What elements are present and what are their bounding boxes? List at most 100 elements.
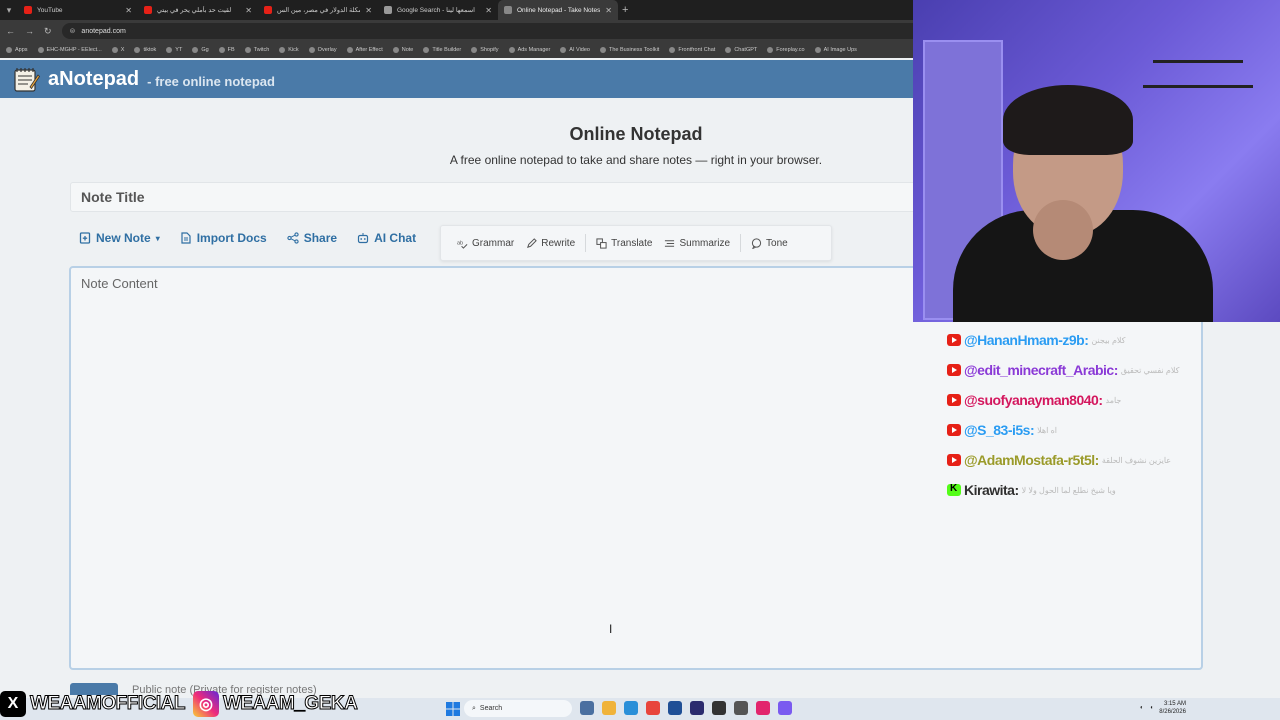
browser-tab[interactable]: مشكلة الدولار في مصر، مين الس ✕ [258, 0, 378, 20]
bookmark-item[interactable]: Apps [6, 47, 28, 53]
bookmark-label: Title Builder [432, 47, 462, 53]
rewrite-button[interactable]: Rewrite [520, 238, 581, 249]
spellcheck-icon: ab [457, 240, 468, 249]
bookmark-item[interactable]: Ads Manager [508, 47, 551, 53]
bookmark-item[interactable]: ChatGPT [725, 47, 757, 53]
bookmark-item[interactable]: YT [166, 47, 182, 53]
browser-tab[interactable]: YouTube ✕ [18, 0, 138, 20]
reload-icon[interactable]: ↻ [44, 26, 52, 37]
bookmark-label: The Business Toolkit [608, 47, 660, 53]
task-view-icon[interactable] [580, 701, 594, 715]
share-button[interactable]: Share [287, 231, 337, 245]
chat-text: كلام نفسي تحقيق [1120, 365, 1180, 375]
bookmark-item[interactable]: FB [218, 47, 235, 53]
volume-icon[interactable]: ◖ [1150, 705, 1154, 711]
x-handle: WEAAMOFFICIAL [30, 693, 186, 715]
browser-tab[interactable]: Google Search - اسمعها لينا ✕ [378, 0, 498, 20]
bookmark-item[interactable]: EHC-MGHP - EElect... [37, 47, 102, 53]
notepad-logo-icon[interactable] [12, 65, 40, 93]
bookmark-item[interactable]: The Business Toolkit [599, 47, 660, 53]
file-explorer-icon[interactable] [602, 701, 616, 715]
translate-button[interactable]: Translate [590, 238, 658, 249]
tab-list-icon[interactable]: ▾ [0, 0, 18, 20]
share-label: Share [303, 231, 338, 245]
tab-title: Google Search - اسمعها لينا [397, 7, 475, 14]
browser-tab[interactable]: Online Notepad - Take Notes ✕ [498, 0, 618, 20]
bookmark-item[interactable]: Foreplay.co [767, 47, 805, 53]
close-tab-icon[interactable]: ✕ [125, 6, 132, 15]
document-icon [181, 232, 191, 244]
close-tab-icon[interactable]: ✕ [365, 6, 372, 15]
bookmark-icon [308, 47, 315, 53]
bookmark-item[interactable]: Frontfront Chat [669, 47, 715, 53]
tab-title: مشكلة الدولار في مصر، مين الس [277, 7, 361, 14]
bookmark-icon [767, 47, 774, 53]
bookmark-icon [37, 47, 44, 53]
bookmark-icon [725, 47, 732, 53]
bookmark-label: Kick [288, 47, 299, 53]
share-icon [287, 232, 299, 244]
bookmark-item[interactable]: X [111, 47, 124, 53]
bookmark-icon [244, 47, 251, 53]
grammar-button[interactable]: ab Grammar [451, 238, 520, 249]
tab-title: Online Notepad - Take Notes [517, 6, 601, 14]
wall-shelf [1143, 85, 1253, 88]
streamer-hand [1033, 200, 1093, 260]
network-icon[interactable]: ◐ [1140, 705, 1144, 711]
windows-start-icon[interactable] [446, 702, 460, 716]
bookmark-icon [279, 47, 286, 53]
new-note-button[interactable]: New Note ▾ [79, 231, 160, 245]
brand-name[interactable]: aNotepad [48, 68, 139, 91]
bookmark-item[interactable]: tiktok [134, 47, 156, 53]
chat-username: @edit_minecraft_Arabic: [964, 362, 1118, 378]
new-tab-icon[interactable]: + [622, 4, 628, 16]
tab-favicon-icon [504, 6, 512, 14]
edge-browser-icon[interactable] [624, 701, 638, 715]
bookmark-item[interactable]: Title Builder [423, 47, 461, 53]
premiere-icon[interactable] [690, 701, 704, 715]
bookmark-icon [346, 47, 353, 53]
ai-bar-divider [585, 234, 587, 252]
app-icon[interactable] [756, 701, 770, 715]
bookmark-label: After Effect [355, 47, 383, 53]
bookmark-item[interactable]: Twitch [244, 47, 270, 53]
url-field[interactable]: ⊜ anotepad.com [61, 23, 922, 39]
tone-button[interactable]: Tone [745, 238, 794, 249]
search-icon: ⌕ [472, 704, 476, 712]
youtube-icon [947, 424, 961, 436]
app-icon[interactable] [734, 701, 748, 715]
close-tab-icon[interactable]: ✕ [605, 6, 612, 15]
app-icon[interactable] [668, 701, 682, 715]
obs-icon[interactable] [712, 701, 726, 715]
bookmark-item[interactable]: Gg [192, 47, 209, 53]
clock-date: 8/26/2026 [1159, 709, 1186, 715]
site-info-icon[interactable]: ⊜ [70, 27, 76, 35]
taskbar-search[interactable]: ⌕ Search [464, 700, 572, 717]
bookmark-label: Ads Manager [517, 47, 551, 53]
ai-chat-button[interactable]: AI Chat [357, 231, 416, 245]
chat-message: @AdamMostafa-r5t5l: عايزين نشوف الحلقة [947, 445, 1277, 475]
browser-tab[interactable]: لقيت حد بأملي يحر في بيتي ✕ [138, 0, 258, 20]
close-tab-icon[interactable]: ✕ [485, 6, 492, 15]
bookmark-item[interactable]: AI Video [560, 47, 590, 53]
note-toolbar: New Note ▾ Import Docs Share AI Chat [79, 231, 416, 245]
close-tab-icon[interactable]: ✕ [245, 6, 252, 15]
bookmark-item[interactable]: AI Image Ups [814, 47, 857, 53]
bookmark-label: Twitch [253, 47, 270, 53]
back-icon[interactable]: ← [6, 26, 15, 36]
import-docs-button[interactable]: Import Docs [180, 231, 267, 245]
chrome-icon[interactable] [646, 701, 660, 715]
chat-message: @S_83-i5s: اه اهلا [947, 415, 1277, 445]
chat-text: جامد [1105, 395, 1122, 405]
discord-icon[interactable] [778, 701, 792, 715]
bookmark-item[interactable]: Overlay [308, 47, 337, 53]
clock[interactable]: 3:15 AM 8/26/2026 [1159, 700, 1186, 716]
bookmark-item[interactable]: Shopify [471, 47, 499, 53]
summarize-button[interactable]: Summarize [658, 238, 736, 249]
bookmark-item[interactable]: Note [392, 47, 413, 53]
forward-icon[interactable]: → [25, 26, 34, 36]
pencil-icon [527, 237, 538, 248]
bookmark-item[interactable]: After Effect [346, 47, 383, 53]
bookmark-item[interactable]: Kick [279, 47, 299, 53]
bookmark-label: tiktok [143, 47, 157, 53]
